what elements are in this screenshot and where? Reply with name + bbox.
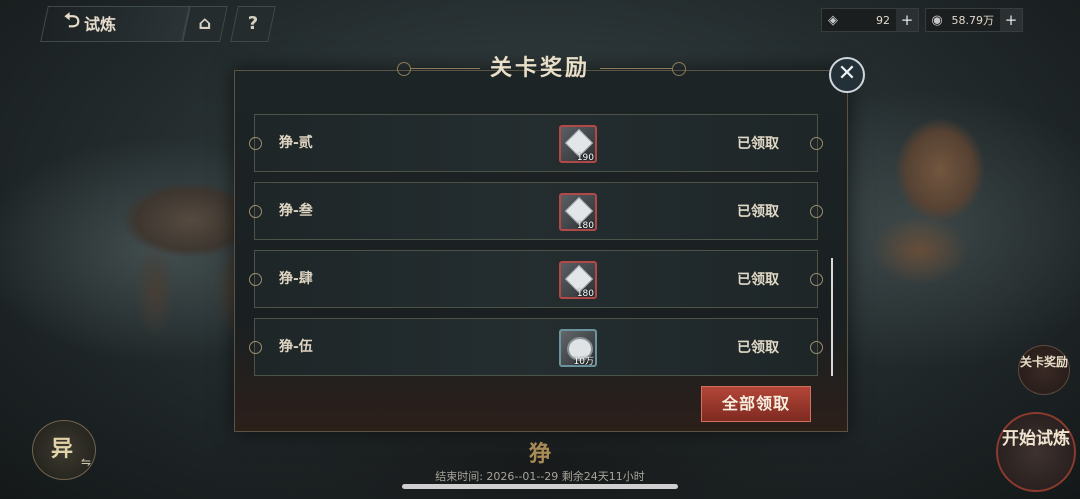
row-ornament <box>249 273 262 286</box>
reward-quantity: 180 <box>576 221 594 231</box>
reward-row: 狰-肆 180 已领取 <box>249 250 823 308</box>
panel-scrollbar[interactable] <box>831 258 833 376</box>
row-ornament <box>249 341 262 354</box>
silver-currency: ◉ 58.79万 + <box>925 8 1023 32</box>
close-button[interactable]: ✕ <box>829 57 865 93</box>
reward-quantity: 10万 <box>573 357 594 367</box>
reward-quantity: 190 <box>576 153 594 163</box>
add-silver-button[interactable]: + <box>1000 9 1022 31</box>
claim-status: 已领取 <box>737 136 779 152</box>
diamond-icon: ◈ <box>828 12 838 28</box>
close-icon: ✕ <box>837 61 857 86</box>
row-ornament <box>810 341 823 354</box>
row-ornament <box>810 205 823 218</box>
stage-name: 狰-伍 <box>279 339 313 355</box>
claim-status: 已领取 <box>737 272 779 288</box>
row-ornament <box>249 205 262 218</box>
claim-status: 已领取 <box>737 340 779 356</box>
back-button-label: 试炼 <box>84 15 117 34</box>
panel-title: 关卡奖励 <box>489 55 590 81</box>
help-button[interactable]: ? <box>230 6 276 42</box>
reward-item-crystal[interactable]: 190 <box>559 125 597 163</box>
silver-amount: 58.79万 <box>951 14 995 27</box>
coin-icon: ◉ <box>931 12 943 28</box>
add-gem-button[interactable]: + <box>896 9 918 31</box>
stage-reward-button[interactable]: 关卡奖励 <box>1018 345 1070 395</box>
row-ornament <box>810 273 823 286</box>
row-ornament <box>810 137 823 150</box>
mode-name: 狰 <box>528 441 551 467</box>
stage-name: 狰-贰 <box>279 135 313 151</box>
claim-all-button[interactable]: 全部领取 <box>701 386 811 422</box>
reward-row: 狰-贰 190 已领取 <box>249 114 823 172</box>
back-arrow-icon: ⮌ <box>64 8 81 32</box>
row-ornament <box>249 137 262 150</box>
back-button[interactable]: ⮌ 试炼 <box>64 8 117 36</box>
gem-amount: 92 <box>876 13 890 27</box>
claim-status: 已领取 <box>737 204 779 220</box>
home-indicator[interactable] <box>402 484 678 489</box>
reward-item-silver[interactable]: 10万 <box>559 329 597 367</box>
reward-item-crystal[interactable]: 180 <box>559 261 597 299</box>
stage-name: 狰-叁 <box>279 203 313 219</box>
help-icon: ? <box>247 13 259 34</box>
gem-currency: ◈ 92 + <box>821 8 919 32</box>
home-button[interactable]: ⌂ <box>182 6 228 42</box>
reward-quantity: 180 <box>576 289 594 299</box>
end-time-text: 结束时间: 2026--01--29 剩余24天11小时 <box>435 470 645 483</box>
home-icon: ⌂ <box>198 13 212 34</box>
reward-item-crystal[interactable]: 180 <box>559 193 597 231</box>
reward-row: 狰-叁 180 已领取 <box>249 182 823 240</box>
stage-name: 狰-肆 <box>279 271 313 287</box>
reward-row: 狰-伍 10万 已领取 <box>249 318 823 376</box>
beast-illustration-right <box>840 110 1000 300</box>
